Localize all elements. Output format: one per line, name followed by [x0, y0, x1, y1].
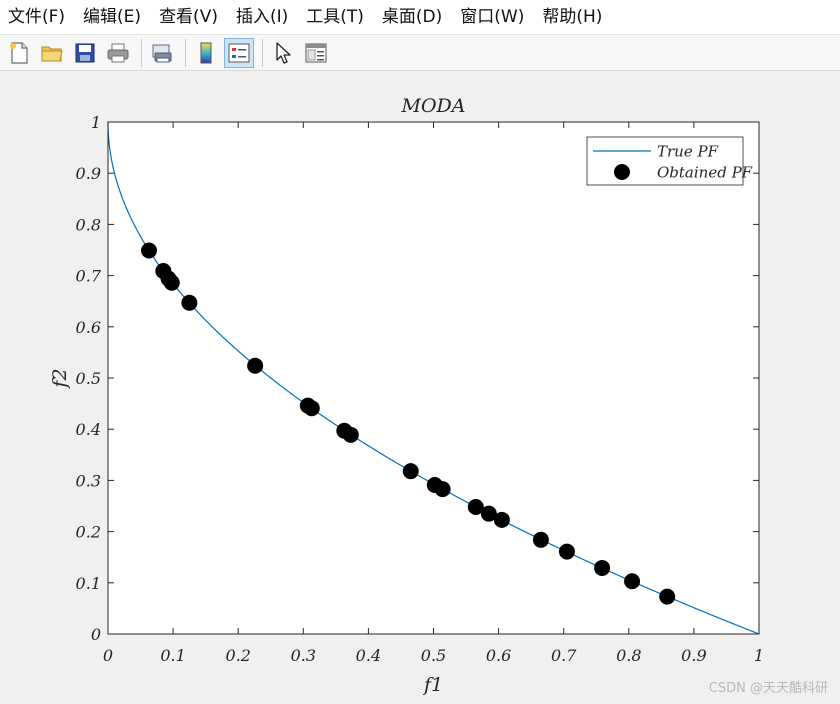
toolbar-separator — [185, 38, 186, 67]
toolbar-separator — [262, 38, 263, 67]
open-button[interactable] — [37, 38, 67, 68]
print-button[interactable] — [103, 38, 133, 68]
menu-help[interactable]: 帮助(H) — [533, 0, 611, 34]
legend-label-obtained-pf: Obtained PF — [657, 164, 753, 182]
obtained-pf-point — [342, 426, 359, 443]
legend-marker-swatch — [614, 164, 630, 180]
legend: True PF Obtained PF — [586, 136, 753, 186]
menu-desktop[interactable]: 桌面(D) — [373, 0, 451, 34]
colorbar-icon — [200, 42, 212, 63]
y-tick-label: 1 — [91, 113, 101, 132]
x-tick-label: 0.9 — [681, 646, 706, 665]
property-editor-button[interactable] — [301, 38, 331, 68]
obtained-pf-point — [558, 543, 575, 560]
x-tick-label: 0 — [103, 646, 113, 665]
legend-icon — [228, 43, 250, 62]
menu-view[interactable]: 查看(V) — [150, 0, 227, 34]
print-icon — [107, 43, 129, 62]
y-tick-label: 0.5 — [76, 369, 101, 388]
obtained-pf-point — [434, 481, 451, 498]
save-icon — [75, 43, 95, 62]
y-tick-label: 0 — [91, 625, 101, 644]
obtained-pf-point — [181, 294, 198, 311]
y-tick-label: 0.4 — [76, 420, 101, 439]
new-file-button[interactable] — [4, 38, 34, 68]
menu-tools[interactable]: 工具(T) — [297, 0, 373, 34]
obtained-pf-point — [594, 559, 611, 576]
x-tick-label: 0.7 — [551, 646, 577, 665]
menu-file[interactable]: 文件(F) — [0, 0, 74, 34]
y-tick-label: 0.6 — [76, 318, 101, 337]
obtained-pf-point — [659, 588, 676, 605]
y-tick-label: 0.7 — [76, 267, 102, 286]
y-axis-label: f2 — [49, 368, 71, 389]
obtained-pf-point — [402, 463, 419, 480]
property-editor-icon — [305, 43, 327, 62]
obtained-pf-point — [303, 400, 320, 417]
toolbar — [0, 35, 840, 71]
menu-bar: 文件(F) 编辑(E) 查看(V) 插入(I) 工具(T) 桌面(D) 窗口(W… — [0, 0, 840, 35]
y-tick-label: 0.2 — [76, 523, 101, 542]
menu-edit[interactable]: 编辑(E) — [74, 0, 150, 34]
figure-area: 0 0.1 0.2 0.3 0.4 0.5 0.6 0.7 0.8 0.9 1 0 0.1 0.2 0.3 0… — [0, 72, 840, 704]
y-tick-label: 0.1 — [76, 574, 101, 593]
toolbar-separator — [141, 38, 142, 67]
obtained-pf-point — [493, 511, 510, 528]
obtained-pf-point — [532, 531, 549, 548]
x-tick-label: 0.1 — [160, 646, 185, 665]
print-preview-button[interactable] — [147, 38, 177, 68]
colorbar-button[interactable] — [191, 38, 221, 68]
obtained-pf-point — [141, 242, 158, 259]
chart: 0 0.1 0.2 0.3 0.4 0.5 0.6 0.7 0.8 0.9 1 0 0.1 0.2 0.3 0… — [49, 95, 764, 696]
watermark: CSDN @天天酷科研 — [708, 681, 828, 696]
y-tick-label: 0.8 — [76, 215, 101, 234]
y-tick-label: 0.3 — [76, 471, 101, 490]
x-axis-label: f1 — [422, 674, 443, 696]
menu-window[interactable]: 窗口(W) — [451, 0, 533, 34]
legend-button[interactable] — [224, 37, 254, 68]
open-folder-icon — [41, 46, 63, 61]
obtained-pf-point — [624, 573, 641, 590]
print-preview-icon — [152, 44, 172, 62]
x-tick-label: 0.5 — [421, 646, 446, 665]
chart-title: MODA — [401, 95, 466, 117]
x-tick-label: 0.4 — [356, 646, 381, 665]
x-tick-label: 0.8 — [616, 646, 641, 665]
obtained-pf-point — [247, 357, 264, 374]
x-tick-label: 0.6 — [486, 646, 511, 665]
x-tick-label: 1 — [754, 646, 764, 665]
x-tick-label: 0.2 — [225, 646, 250, 665]
y-tick-label: 0.9 — [76, 164, 101, 183]
menu-insert[interactable]: 插入(I) — [227, 0, 297, 34]
new-file-icon — [10, 41, 28, 64]
pointer-icon — [276, 41, 291, 64]
x-tick-label: 0.3 — [291, 646, 316, 665]
pointer-button[interactable] — [268, 38, 298, 68]
legend-label-true-pf: True PF — [657, 143, 719, 161]
save-button[interactable] — [70, 38, 100, 68]
plot-background — [108, 122, 759, 634]
obtained-pf-point — [163, 274, 180, 291]
